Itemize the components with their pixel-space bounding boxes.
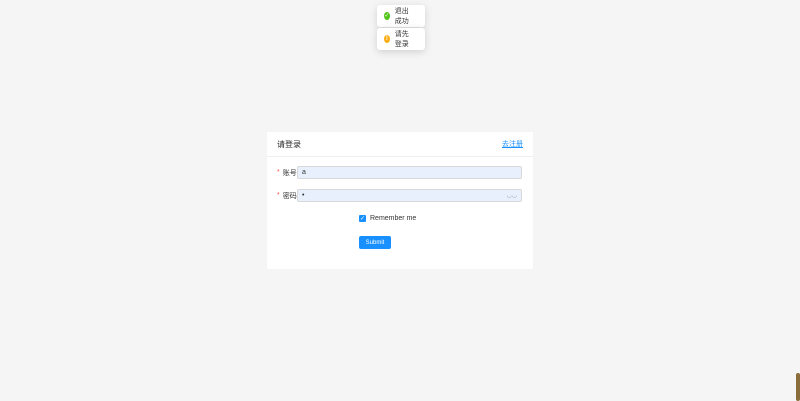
remember-me-label: Remember me [370,215,417,222]
password-row: * 密码: • ◡◡ [267,189,533,202]
eye-invisible-icon[interactable]: ◡◡ [507,192,517,199]
account-row: * 账号: a [267,166,533,179]
submit-button[interactable]: Submit [359,236,391,249]
required-mark: * [277,192,280,199]
card-title: 请登录 [277,139,301,149]
account-input[interactable]: a [297,166,522,179]
check-circle-icon: ✓ [384,12,390,20]
card-header: 请登录 去注册 [267,132,533,157]
success-toast: ✓ 退出成功 [377,5,425,27]
warning-toast: ! 请先登录 [377,28,425,50]
warning-toast-text: 请先登录 [394,31,409,48]
exclamation-circle-icon: ! [384,35,390,43]
required-mark: * [277,169,280,176]
account-input-value: a [302,169,306,176]
remember-me-checkbox[interactable]: ✓ Remember me [359,215,416,222]
success-toast-text: 退出成功 [394,8,409,25]
password-input-value: • [302,192,305,199]
password-input[interactable]: • ◡◡ [297,189,522,202]
login-card: 请登录 去注册 * 账号: a * 密码: • ◡◡ ✓ Remember me… [267,132,533,269]
checkbox-check-icon[interactable]: ✓ [359,215,366,222]
scrollbar-thumb[interactable] [796,373,800,401]
register-link[interactable]: 去注册 [502,139,523,149]
